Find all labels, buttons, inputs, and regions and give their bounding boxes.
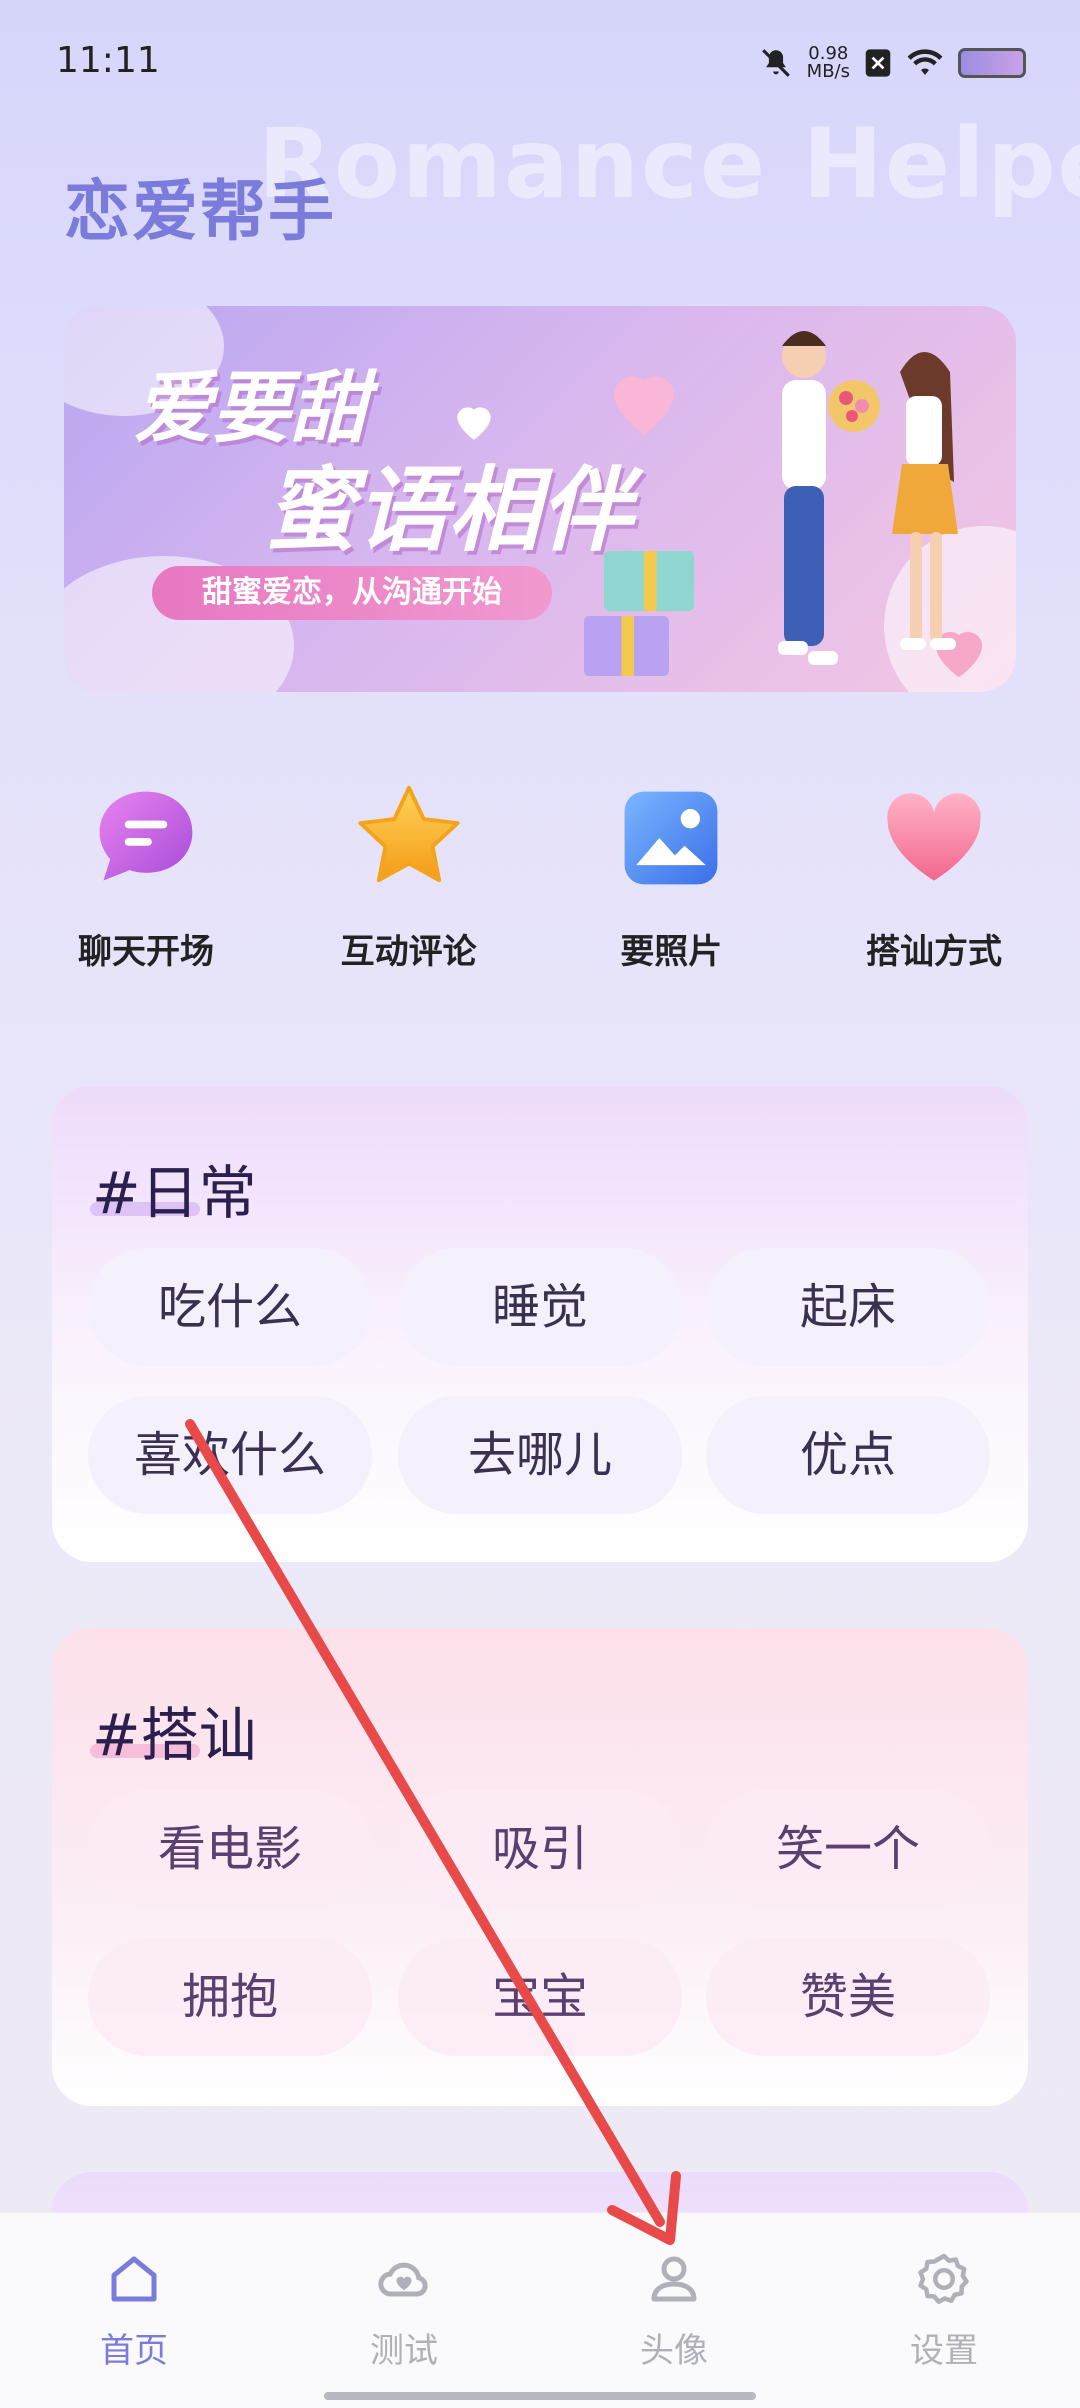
nav-item-settings[interactable]: 设置 <box>864 2249 1024 2372</box>
quick-action-label: 要照片 <box>620 932 723 972</box>
nav-item-avatar[interactable]: 头像 <box>594 2249 754 2372</box>
quick-action-label: 搭讪方式 <box>865 932 1002 972</box>
heart-decoration-icon <box>457 407 491 440</box>
star-icon <box>351 780 467 896</box>
bottom-nav: 首页 测试 头像 设置 <box>0 2212 1080 2408</box>
heart-icon <box>876 780 992 896</box>
topic-chip[interactable]: 赞美 <box>706 1938 990 2056</box>
quick-action-label: 聊天开场 <box>78 932 214 972</box>
nav-label: 首页 <box>100 2331 168 2371</box>
nav-label: 设置 <box>910 2331 978 2371</box>
quick-action-chat-opener[interactable]: 聊天开场 <box>36 780 256 980</box>
banner-headline-2: 蜜语相伴 <box>264 457 633 564</box>
nav-label: 头像 <box>640 2331 708 2371</box>
gear-icon <box>918 2253 969 2304</box>
nav-item-home[interactable]: 首页 <box>54 2249 214 2372</box>
section-title: #日常 <box>92 1159 257 1227</box>
header-watermark: Romance Helper <box>258 108 1080 220</box>
net-speed-unit: MB/s <box>806 61 850 82</box>
heart-decoration-icon <box>614 376 674 435</box>
quick-action-pickup[interactable]: 搭讪方式 <box>824 780 1044 980</box>
net-speed-icon: 0.98 MB/s <box>807 45 850 81</box>
promo-banner[interactable]: 爱要甜 蜜语相伴 甜蜜爱恋，从沟通开始 <box>64 306 1016 692</box>
topic-chip[interactable]: 吸引 <box>398 1790 682 1908</box>
home-indicator[interactable] <box>324 2392 756 2400</box>
home-icon <box>111 2256 157 2302</box>
image-icon <box>613 780 729 896</box>
nav-item-test[interactable]: 测试 <box>324 2249 484 2372</box>
section-card-daily: #日常 吃什么 睡觉 起床 喜欢什么 去哪儿 优点 <box>52 1086 1028 1562</box>
topic-chip[interactable]: 睡觉 <box>398 1248 682 1366</box>
chat-bubble-icon <box>88 780 204 896</box>
battery-icon <box>958 48 1026 78</box>
user-icon <box>651 2256 697 2302</box>
status-time: 11:11 <box>56 40 160 81</box>
banner-tagline: 甜蜜爱恋，从沟通开始 <box>152 566 552 620</box>
topic-chip[interactable]: 喜欢什么 <box>88 1396 372 1514</box>
topic-chip[interactable]: 去哪儿 <box>398 1396 682 1514</box>
test-cloud-icon <box>378 2262 428 2297</box>
topic-chip[interactable]: 看电影 <box>88 1790 372 1908</box>
status-bar: 11:11 0.98 MB/s <box>0 0 1080 120</box>
topic-chip[interactable]: 宝宝 <box>398 1938 682 2056</box>
topic-chip[interactable]: 吃什么 <box>88 1248 372 1366</box>
status-icons: 0.98 MB/s <box>759 40 1026 86</box>
nav-label: 测试 <box>370 2331 438 2371</box>
couple-illustration <box>778 331 958 665</box>
quick-action-comment[interactable]: 互动评论 <box>299 780 519 980</box>
mute-icon <box>761 49 790 77</box>
topic-chip[interactable]: 笑一个 <box>706 1790 990 1908</box>
wifi-icon <box>907 49 943 75</box>
topic-chip[interactable]: 拥抱 <box>88 1938 372 2056</box>
topic-chip[interactable]: 起床 <box>706 1248 990 1366</box>
topic-chip[interactable]: 优点 <box>706 1396 990 1514</box>
sim-x-icon <box>865 49 891 77</box>
quick-actions: 聊天开场 互动评论 要照片 搭讪方式 <box>36 780 1044 980</box>
page-title: 恋爱帮手 <box>64 173 336 250</box>
quick-action-photo[interactable]: 要照片 <box>561 780 781 980</box>
quick-action-label: 互动评论 <box>340 932 477 972</box>
section-card-pickup: #搭讪 看电影 吸引 笑一个 拥抱 宝宝 赞美 <box>52 1628 1028 2106</box>
section-title: #搭讪 <box>92 1701 257 1769</box>
